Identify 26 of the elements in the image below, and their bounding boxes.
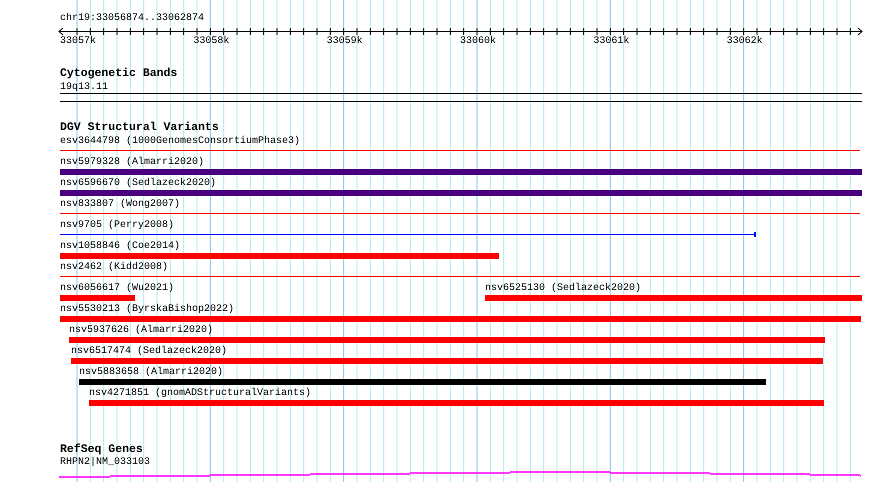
tick-label: 33061k	[593, 36, 630, 47]
variant-label: nsv6517474 (Sedlazeck2020)	[71, 346, 228, 357]
variant-label: nsv833807 (Wong2007)	[60, 199, 180, 210]
variant-label: nsv5530213 (ByrskaBishop2022)	[60, 304, 234, 315]
tick-label: 33059k	[326, 36, 363, 47]
variant-label: nsv5937626 (Almarri2020)	[69, 325, 214, 336]
variant-label: nsv6596670 (Sedlazeck2020)	[60, 178, 216, 189]
location-label: chr19:33056874..33062874	[60, 13, 206, 24]
variant-label: esv3644798 (1000GenomesConsortiumPhase3)	[60, 136, 300, 147]
track-title: DGV Structural Variants	[60, 122, 220, 134]
variant-label: nsv6525130 (Sedlazeck2020)	[485, 283, 642, 294]
tick-label: 33058k	[193, 36, 230, 47]
band-label: 19q13.11	[60, 82, 110, 93]
variant-label: nsv4271851 (gnomADStructuralVariants)	[89, 388, 312, 399]
tick-label: 33057k	[60, 36, 96, 47]
track-title: RefSeq Genes	[60, 444, 144, 456]
variant-label: nsv2462 (Kidd2008)	[60, 262, 168, 273]
gene-label: RHPN2|NM_033103	[60, 457, 152, 468]
variant-label: nsv6056617 (Wu2021)	[60, 283, 174, 294]
variant-label: nsv5979328 (Almarri2020)	[60, 157, 204, 168]
variant-label: nsv5883658 (Almarri2020)	[79, 367, 224, 378]
variant-label: nsv9705 (Perry2008)	[60, 220, 174, 231]
tick-label: 33062k	[726, 36, 763, 47]
tick-label: 33060k	[460, 36, 496, 47]
variant-label: nsv1058846 (Coe2014)	[60, 241, 180, 252]
track-title: Cytogenetic Bands	[60, 68, 178, 80]
